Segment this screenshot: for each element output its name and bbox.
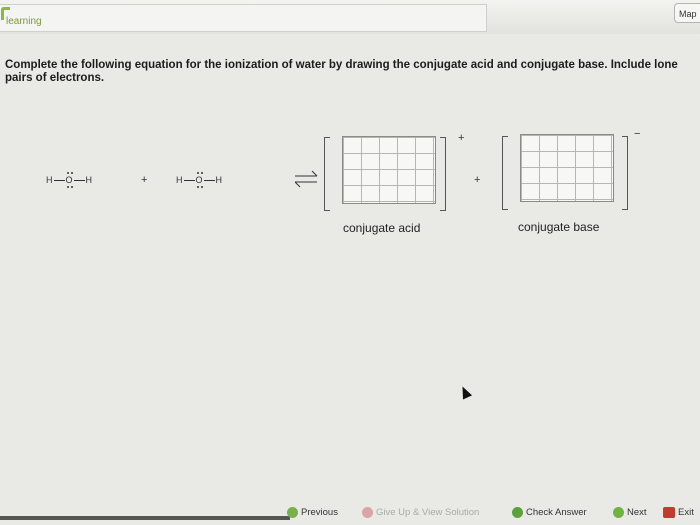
- question-instructions: Complete the following equation for the …: [5, 59, 678, 84]
- water-molecule-2: HOH: [176, 172, 223, 188]
- lone-pair-dot: [196, 172, 199, 174]
- lone-pair-dot: [70, 186, 73, 188]
- give-up-icon: [362, 507, 373, 518]
- previous-label: Previous: [301, 507, 338, 518]
- lone-pair-dot: [200, 186, 203, 188]
- right-bracket: [440, 137, 446, 211]
- left-bracket: [502, 136, 508, 210]
- lone-pair-dot: [66, 172, 69, 174]
- hydrogen-atom: H: [46, 175, 53, 185]
- divider: [0, 516, 290, 520]
- equilibrium-arrow-icon: [294, 170, 318, 188]
- check-icon: [512, 507, 523, 518]
- conjugate-acid-label: conjugate acid: [343, 221, 421, 235]
- conjugate-base-drawing-canvas[interactable]: [520, 134, 614, 202]
- oxygen-symbol: O: [65, 175, 73, 185]
- give-up-button[interactable]: Give Up & View Solution: [362, 507, 479, 518]
- exit-label: Exit: [678, 507, 694, 518]
- water-molecule-1: HOH: [46, 172, 93, 188]
- lone-pair-dot: [200, 172, 203, 174]
- plus-sign: +: [474, 174, 481, 186]
- mouse-cursor-icon: [457, 384, 473, 400]
- single-bond: [183, 180, 195, 182]
- single-bond: [53, 180, 65, 182]
- logo-text: learning: [6, 16, 42, 27]
- next-label: Next: [627, 507, 647, 518]
- check-answer-button[interactable]: Check Answer: [512, 507, 587, 518]
- oxygen-atom: O: [65, 172, 73, 188]
- single-bond: [203, 180, 215, 182]
- lone-pair-dot: [196, 186, 199, 188]
- lone-pair-dot: [70, 172, 73, 174]
- base-charge: −: [634, 128, 641, 140]
- exit-icon: [663, 507, 675, 518]
- left-bracket: [324, 137, 330, 211]
- conjugate-acid-drawing-canvas[interactable]: [342, 136, 436, 204]
- next-button[interactable]: Next: [613, 507, 647, 518]
- hydrogen-atom: H: [176, 175, 183, 185]
- single-bond: [73, 180, 85, 182]
- lone-pair-dot: [66, 186, 69, 188]
- give-up-label: Give Up & View Solution: [376, 507, 480, 518]
- previous-button[interactable]: Previous: [287, 507, 338, 518]
- check-answer-label: Check Answer: [526, 507, 587, 518]
- map-button[interactable]: Map: [674, 3, 700, 23]
- hydrogen-atom: H: [85, 175, 93, 185]
- top-bar: learning Map: [0, 0, 700, 34]
- acid-charge: +: [458, 132, 465, 144]
- hydrogen-atom: H: [215, 175, 223, 185]
- oxygen-symbol: O: [195, 175, 203, 185]
- conjugate-base-label: conjugate base: [518, 220, 600, 234]
- logo-area: learning: [0, 4, 487, 32]
- plus-sign: +: [141, 174, 148, 186]
- oxygen-atom: O: [195, 172, 203, 188]
- next-icon: [613, 507, 624, 518]
- right-bracket: [622, 136, 628, 210]
- previous-icon: [287, 507, 298, 518]
- exit-button[interactable]: Exit: [663, 507, 694, 518]
